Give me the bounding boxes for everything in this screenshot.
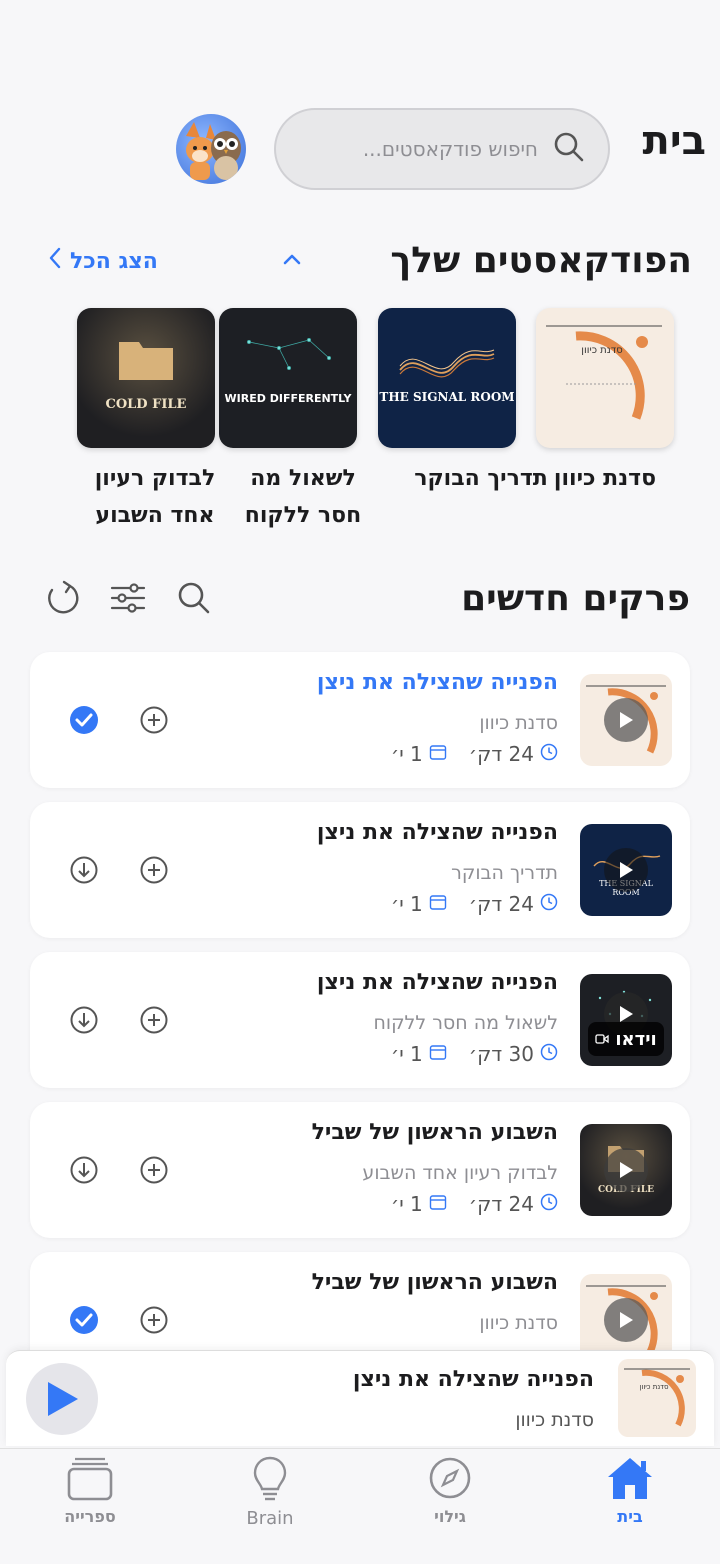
filter-sliders-icon[interactable] xyxy=(108,578,148,618)
episode-show: סדנת כיוון xyxy=(479,1312,558,1334)
play-button[interactable] xyxy=(26,1363,98,1435)
episode-meta: 24 דק׳ 1 י׳ xyxy=(391,1192,558,1216)
episode-meta: 30 דק׳ 1 י׳ xyxy=(391,1042,558,1066)
podcast-cover-cold-file[interactable]: COLD FILE xyxy=(77,308,215,448)
episode-meta: 24 דק׳ 1 י׳ xyxy=(391,742,558,766)
clock-icon xyxy=(540,1042,558,1066)
clock-icon xyxy=(540,892,558,916)
podcast-cover-sadnat-kivun[interactable]: סדנת כיוון xyxy=(536,308,674,448)
downloaded-check-icon[interactable] xyxy=(68,704,100,736)
episode-date: 1 י׳ xyxy=(390,1042,423,1066)
add-to-queue-icon[interactable] xyxy=(138,1154,170,1186)
add-to-queue-icon[interactable] xyxy=(138,854,170,886)
downloaded-check-icon[interactable] xyxy=(68,1304,100,1336)
tab-discover-label: גילוי xyxy=(434,1507,466,1526)
episode-thumbnail[interactable]: וידאו xyxy=(580,974,672,1066)
add-to-queue-icon[interactable] xyxy=(138,1304,170,1336)
podcast-label[interactable]: לשאול מה חסר ללקוח xyxy=(228,460,378,534)
svg-text:סדנת כיוון: סדנת כיוון xyxy=(581,345,622,356)
episode-duration: 30 דק׳ xyxy=(468,1042,534,1066)
episode-duration: 24 דק׳ xyxy=(468,742,534,766)
search-input[interactable] xyxy=(318,137,538,161)
episode-meta: 24 דק׳ 1 י׳ xyxy=(391,892,558,916)
tab-brain-label: Brain xyxy=(246,1508,294,1529)
play-icon[interactable] xyxy=(604,1148,648,1192)
download-icon[interactable] xyxy=(68,1154,100,1186)
avatar[interactable] xyxy=(176,114,246,184)
mini-player-thumbnail[interactable]: סדנת כיוון xyxy=(618,1359,696,1437)
podcasts-section-title: הפודקאסטים שלך xyxy=(390,240,692,281)
play-icon[interactable] xyxy=(604,1298,648,1342)
tab-library[interactable]: ספרייה xyxy=(30,1455,150,1526)
page-title: בית xyxy=(642,118,707,164)
episode-date: 1 י׳ xyxy=(390,892,423,916)
chevron-left-icon xyxy=(48,246,62,276)
episode-card[interactable]: COLD FILE השבוע הראשון של שביל לבדוק רעי… xyxy=(30,1102,690,1238)
search-bar[interactable] xyxy=(274,108,610,190)
calendar-icon xyxy=(429,892,447,916)
show-all-label: הצג הכל xyxy=(70,248,158,274)
search-icon xyxy=(552,130,586,168)
add-to-queue-icon[interactable] xyxy=(138,704,170,736)
video-badge-label: וידאו xyxy=(615,1028,657,1050)
tab-brain[interactable]: Brain xyxy=(210,1455,330,1529)
episode-date: 1 י׳ xyxy=(390,1192,423,1216)
video-camera-icon xyxy=(595,1030,609,1049)
tab-home[interactable]: בית xyxy=(570,1455,690,1526)
download-icon[interactable] xyxy=(68,1004,100,1036)
episode-card[interactable]: הפנייה שהצילה את ניצן סדנת כיוון 24 דק׳ … xyxy=(30,652,690,788)
episode-duration: 24 דק׳ xyxy=(468,892,534,916)
episode-thumbnail[interactable]: COLD FILE xyxy=(580,1124,672,1216)
episode-thumbnail[interactable] xyxy=(580,674,672,766)
episode-thumbnail[interactable]: THE SIGNALROOM xyxy=(580,824,672,916)
tab-library-label: ספרייה xyxy=(64,1507,116,1526)
podcast-label[interactable]: תדריך הבוקר xyxy=(406,460,556,497)
video-badge: וידאו xyxy=(588,1022,664,1056)
episode-title[interactable]: הפנייה שהצילה את ניצן xyxy=(317,970,558,995)
mini-player-title[interactable]: הפנייה שהצילה את ניצן xyxy=(353,1367,594,1392)
svg-text:THE SIGNAL ROOM: THE SIGNAL ROOM xyxy=(379,390,514,404)
home-icon xyxy=(605,1458,655,1505)
episode-show: לשאול מה חסר ללקוח xyxy=(373,1012,558,1034)
podcast-cover-wired-differently[interactable]: WIRED DIFFERENTLY xyxy=(219,308,357,448)
search-icon[interactable] xyxy=(174,578,214,618)
calendar-icon xyxy=(429,1042,447,1066)
episode-show: תדריך הבוקר xyxy=(451,862,558,884)
play-icon[interactable] xyxy=(604,848,648,892)
tab-home-label: בית xyxy=(617,1507,643,1526)
add-to-queue-icon[interactable] xyxy=(138,1004,170,1036)
episode-card[interactable]: THE SIGNALROOM הפנייה שהצילה את ניצן תדר… xyxy=(30,802,690,938)
calendar-icon xyxy=(429,742,447,766)
episodes-section-title: פרקים חדשים xyxy=(461,578,690,619)
mini-player-show: סדנת כיוון xyxy=(515,1409,594,1431)
tab-discover[interactable]: גילוי xyxy=(390,1455,510,1526)
library-stack-icon xyxy=(65,1457,115,1505)
episode-show: סדנת כיוון xyxy=(479,712,558,734)
podcast-label[interactable]: לבדוק רעיון אחד השבוע xyxy=(80,460,230,534)
episode-title[interactable]: הפנייה שהצילה את ניצן xyxy=(317,670,558,695)
refresh-icon[interactable] xyxy=(42,578,82,618)
episode-title[interactable]: השבוע הראשון של שביל xyxy=(312,1120,558,1145)
episode-title[interactable]: השבוע הראשון של שביל xyxy=(312,1270,558,1295)
podcast-cover-signal-room[interactable]: THE SIGNAL ROOM xyxy=(378,308,516,448)
compass-icon xyxy=(427,1457,473,1505)
show-all-link[interactable]: הצג הכל xyxy=(48,246,158,276)
svg-text:סדנת כיוון: סדנת כיוון xyxy=(640,1383,669,1391)
clock-icon xyxy=(540,1192,558,1216)
lightbulb-icon xyxy=(247,1456,293,1506)
svg-text:WIRED DIFFERENTLY: WIRED DIFFERENTLY xyxy=(225,392,353,405)
calendar-icon xyxy=(429,1192,447,1216)
mini-player[interactable]: סדנת כיוון הפנייה שהצילה את ניצן סדנת כי… xyxy=(6,1350,714,1446)
play-icon[interactable] xyxy=(604,698,648,742)
svg-text:COLD FILE: COLD FILE xyxy=(106,397,187,412)
episode-show: לבדוק רעיון אחד השבוע xyxy=(362,1162,558,1184)
collapse-chevron-icon[interactable] xyxy=(280,248,304,276)
clock-icon xyxy=(540,742,558,766)
tab-bar: בית גילוי Brain ספרייה xyxy=(0,1448,720,1564)
episode-card[interactable]: וידאו הפנייה שהצילה את ניצן לשאול מה חסר… xyxy=(30,952,690,1088)
episode-date: 1 י׳ xyxy=(390,742,423,766)
episode-duration: 24 דק׳ xyxy=(468,1192,534,1216)
episode-title[interactable]: הפנייה שהצילה את ניצן xyxy=(317,820,558,845)
download-icon[interactable] xyxy=(68,854,100,886)
